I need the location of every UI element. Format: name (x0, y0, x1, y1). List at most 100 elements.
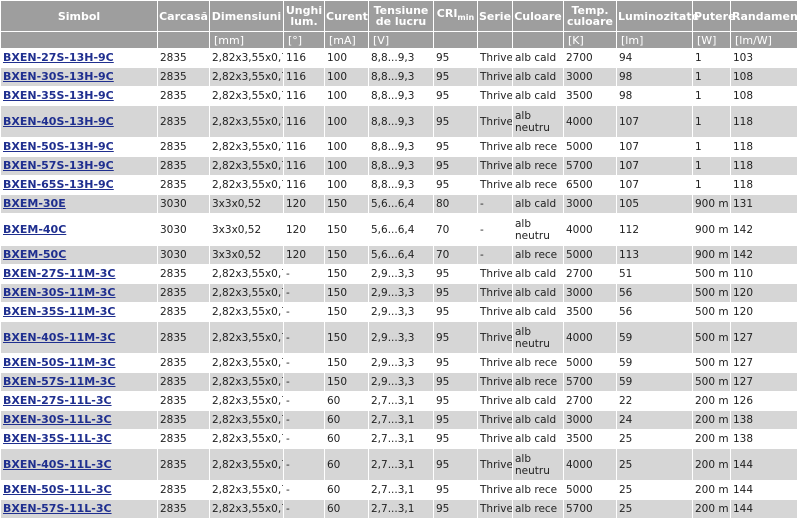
cell-culoare: alb cald (513, 87, 563, 105)
cell-randament: 127 (731, 322, 797, 353)
cell-randament: 126 (731, 392, 797, 410)
cell-cri: 95 (434, 106, 477, 137)
cell-curent: 100 (325, 87, 368, 105)
cell-unghi: - (284, 354, 324, 372)
cell-temp: 6500 (564, 176, 616, 194)
cell-temp: 4000 (564, 106, 616, 137)
cell-unghi: - (284, 411, 324, 429)
col-cri: CRImin (434, 1, 477, 31)
cell-serie: Thrive (478, 322, 512, 353)
cell-curent: 150 (325, 246, 368, 264)
cell-culoare: alb cald (513, 303, 563, 321)
product-link[interactable]: BXEN-30S-11M-3C (1, 284, 157, 302)
product-link[interactable]: BXEN-27S-13H-9C (1, 49, 157, 67)
product-link[interactable]: BXEN-30S-13H-9C (1, 68, 157, 86)
cell-unghi: 120 (284, 195, 324, 213)
table-row: BXEN-27S-11M-3C 2835 2,82x3,55x0,7-150 2,9.… (1, 265, 797, 283)
cell-luminozitate: 22 (617, 392, 692, 410)
led-spec-table: Simbol Carcasă Dimensiuni Unghi lum. Cur… (0, 0, 797, 519)
cell-curent: 100 (325, 68, 368, 86)
product-link[interactable]: BXEN-35S-13H-9C (1, 87, 157, 105)
table-row: BXEM-50C 3030 3x3x0,52 120 150 5,6...6,4 70- al… (1, 246, 797, 264)
cell-cri: 80 (434, 195, 477, 213)
cell-putere: 500 m (693, 284, 730, 302)
cell-luminozitate: 107 (617, 157, 692, 175)
cell-culoare: alb neutru (513, 322, 563, 353)
cell-unghi: 116 (284, 68, 324, 86)
cell-carcasa: 2835 (158, 392, 209, 410)
product-link[interactable]: BXEN-50S-11M-3C (1, 354, 157, 372)
table-row: BXEM-30E 3030 3x3x0,52 120 150 5,6...6,4 80- al… (1, 195, 797, 213)
cell-putere: 200 m (693, 500, 730, 518)
cell-serie: Thrive (478, 284, 512, 302)
cell-tensiune: 8,8...9,3 (369, 68, 433, 86)
product-link[interactable]: BXEN-50S-11L-3C (1, 481, 157, 499)
table-row: BXEN-65S-13H-9C 2835 2,82x3,55x0,7 116 100 8,… (1, 176, 797, 194)
cell-temp: 5000 (564, 354, 616, 372)
cell-carcasa: 2835 (158, 303, 209, 321)
cell-tensiune: 2,7...3,1 (369, 449, 433, 480)
cell-carcasa: 2835 (158, 354, 209, 372)
product-link[interactable]: BXEM-40C (1, 214, 157, 245)
cell-curent: 150 (325, 284, 368, 302)
cell-randament: 118 (731, 157, 797, 175)
cell-culoare: alb rece (513, 157, 563, 175)
cell-temp: 5000 (564, 246, 616, 264)
unit-dimensiuni: [mm] (210, 32, 283, 48)
unit-randament: [lm/W] (731, 32, 797, 48)
cell-dimensiuni: 2,82x3,55x0,7 (210, 49, 283, 67)
cell-serie: Thrive (478, 157, 512, 175)
cell-tensiune: 2,9...3,3 (369, 354, 433, 372)
cell-putere: 500 m (693, 322, 730, 353)
product-link[interactable]: BXEN-57S-13H-9C (1, 157, 157, 175)
cell-randament: 118 (731, 138, 797, 156)
product-link[interactable]: BXEN-27S-11M-3C (1, 265, 157, 283)
cell-unghi: - (284, 373, 324, 391)
product-link[interactable]: BXEN-35S-11M-3C (1, 303, 157, 321)
table-row: BXEM-40C 3030 3x3x0,52 120 150 5,6...6,4 70- al… (1, 214, 797, 245)
product-link[interactable]: BXEN-65S-13H-9C (1, 176, 157, 194)
product-link[interactable]: BXEN-35S-11L-3C (1, 430, 157, 448)
cell-tensiune: 8,8...9,3 (369, 49, 433, 67)
cell-cri: 95 (434, 265, 477, 283)
product-link[interactable]: BXEN-50S-13H-9C (1, 138, 157, 156)
product-link[interactable]: BXEN-40S-11L-3C (1, 449, 157, 480)
cell-cri: 70 (434, 246, 477, 264)
cell-carcasa: 2835 (158, 481, 209, 499)
table-row: BXEN-57S-13H-9C 2835 2,82x3,55x0,7 116 100 8,… (1, 157, 797, 175)
product-link[interactable]: BXEN-40S-11M-3C (1, 322, 157, 353)
product-link[interactable]: BXEN-30S-11L-3C (1, 411, 157, 429)
cell-luminozitate: 24 (617, 411, 692, 429)
product-link[interactable]: BXEM-50C (1, 246, 157, 264)
cell-carcasa: 2835 (158, 284, 209, 302)
cell-unghi: 116 (284, 87, 324, 105)
cell-tensiune: 8,8...9,3 (369, 106, 433, 137)
cell-culoare: alb cald (513, 284, 563, 302)
cell-randament: 108 (731, 87, 797, 105)
col-luminozitate: Luminozitate (617, 1, 699, 31)
product-link[interactable]: BXEN-27S-11L-3C (1, 392, 157, 410)
cell-temp: 3000 (564, 284, 616, 302)
cell-putere: 500 m (693, 354, 730, 372)
table-body: BXEN-27S-13H-9C 2835 2,82x3,55x0,7 116 100 8,… (1, 49, 797, 518)
cell-culoare: alb cald (513, 392, 563, 410)
product-link[interactable]: BXEM-30E (1, 195, 157, 213)
product-link[interactable]: BXEN-57S-11L-3C (1, 500, 157, 518)
cell-unghi: 120 (284, 214, 324, 245)
cell-randament: 144 (731, 481, 797, 499)
cell-luminozitate: 105 (617, 195, 692, 213)
units-row: [mm] [°] [mA] [V] [K] [lm] [W] [lm/W] (1, 32, 797, 48)
cell-serie: Thrive (478, 373, 512, 391)
cell-luminozitate: 98 (617, 87, 692, 105)
cell-serie: Thrive (478, 106, 512, 137)
cell-putere: 1 (693, 157, 730, 175)
cell-randament: 120 (731, 284, 797, 302)
unit-temp: [K] (564, 32, 616, 48)
cell-temp: 4000 (564, 214, 616, 245)
product-link[interactable]: BXEN-40S-13H-9C (1, 106, 157, 137)
cell-randament: 144 (731, 500, 797, 518)
cell-unghi: - (284, 430, 324, 448)
cell-culoare: alb cald (513, 430, 563, 448)
product-link[interactable]: BXEN-57S-11M-3C (1, 373, 157, 391)
col-randament: Randament (731, 1, 797, 31)
